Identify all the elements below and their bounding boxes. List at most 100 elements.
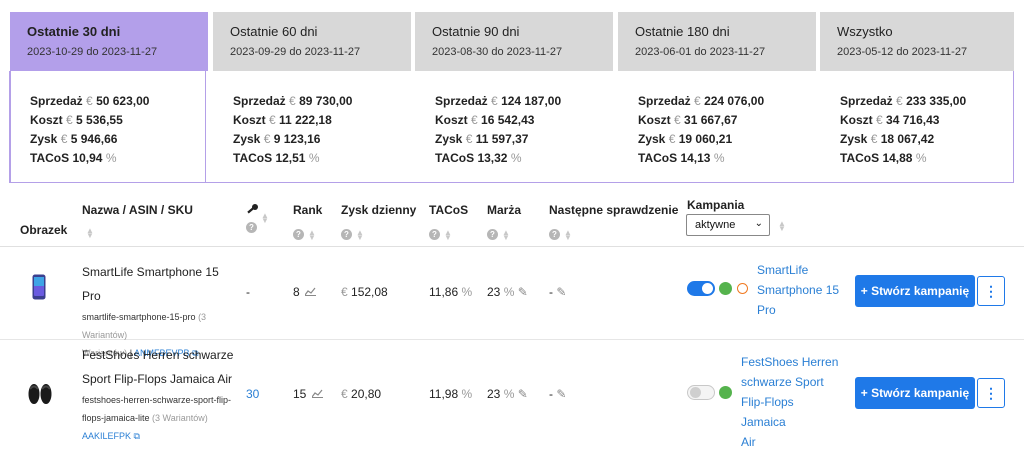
tab-title: Ostatnie 180 dni [635,24,730,39]
help-icon[interactable]: ? [246,222,257,234]
tab-30-days[interactable]: Ostatnie 30 dni 2023-10-29 do 2023-11-27… [9,12,208,183]
product-name-line: Sport Flip-Flops Jamaica Air [82,372,233,386]
tab-date-range: 2023-08-30 do 2023-11-27 [432,46,563,58]
daily-profit-value: € 152,08 [341,285,388,299]
tab-header[interactable]: Ostatnie 60 dni 2023-09-29 do 2023-11-27 [213,12,411,71]
pencil-icon[interactable]: ✎ [556,285,566,299]
tab-date-range: 2023-06-01 do 2023-11-27 [635,46,766,58]
campaign-name-link[interactable]: SmartLife Smartphone 15 Pro [757,260,847,320]
stat-profit: Zysk € 18 067,42 [840,132,935,146]
stat-profit: Zysk € 19 060,21 [638,132,733,146]
help-icon[interactable]: ? [341,229,352,241]
next-check-value: - ✎ [549,285,567,299]
tab-header[interactable]: Ostatnie 30 dni 2023-10-29 do 2023-11-27 [10,12,208,71]
tab-title: Ostatnie 90 dni [432,24,520,39]
pencil-icon[interactable]: ✎ [518,387,528,401]
sort-icon[interactable]: ▲ ▼ [778,220,786,233]
tab-title: Ostatnie 60 dni [230,24,318,39]
plus-icon: + [860,284,868,298]
tab-date-range: 2023-05-12 do 2023-11-27 [837,46,968,58]
col-key-header[interactable]: ? ▲ ▼ [246,202,269,234]
col-tacos-header[interactable]: TACoS ? ▲ ▼ [429,203,468,241]
stat-tacos: TACoS 13,32 % [435,151,522,165]
pencil-icon[interactable]: ✎ [556,387,566,401]
help-icon[interactable]: ? [487,229,498,241]
sort-icon[interactable]: ▲ ▼ [502,228,510,241]
key-value-link[interactable]: 30 [246,387,259,401]
phone-icon [32,274,46,300]
kebab-icon: ⋮ [984,283,998,299]
product-info: FestShoes Herren schwarze Sport Flip-Flo… [82,343,242,445]
tab-90-days[interactable]: Ostatnie 90 dni 2023-08-30 do 2023-11-27… [415,12,613,183]
tab-title: Wszystko [837,24,893,39]
product-image[interactable] [27,380,53,409]
create-campaign-button[interactable]: + Stwórz kampanię [855,275,975,307]
asin-link[interactable]: AAKILEFPK [82,431,131,441]
campaign-name-link[interactable]: FestShoes Herren schwarze Sport Flip-Flo… [741,352,841,452]
col-campaign-header: Kampania [687,198,745,212]
key-value: - [246,285,250,299]
col-rank-header[interactable]: Rank ? ▲ ▼ [293,203,322,241]
tacos-value: 11,86 % [429,285,473,299]
campaign-toggle[interactable] [687,385,715,400]
table-row: SmartLife Smartphone 15 Pro smartlife-sm… [0,248,1024,358]
status-dot [719,282,732,295]
external-link-icon[interactable]: ⧉ [134,431,140,441]
tab-all[interactable]: Wszystko 2023-05-12 do 2023-11-27 Sprzed… [820,12,1014,183]
col-margin-header[interactable]: Marża ? ▲ ▼ [487,203,521,241]
tab-60-days[interactable]: Ostatnie 60 dni 2023-09-29 do 2023-11-27… [213,12,411,183]
tacos-value: 11,98 % [429,387,473,401]
campaign-toggle[interactable] [687,281,715,296]
sort-icon[interactable]: ▲ ▼ [308,228,316,241]
key-icon [247,204,258,214]
tab-header[interactable]: Wszystko 2023-05-12 do 2023-11-27 [820,12,1014,71]
more-options-button[interactable]: ⋮ [977,276,1005,306]
tab-date-range: 2023-10-29 do 2023-11-27 [27,46,158,58]
stat-cost: Koszt € 31 667,67 [638,113,738,127]
help-icon[interactable]: ? [429,229,440,241]
sort-icon[interactable]: ▲ ▼ [261,211,269,224]
sort-icon[interactable]: ▲ ▼ [356,228,364,241]
chart-icon[interactable] [311,389,323,398]
stat-sales: Sprzedaż € 50 623,00 [30,94,150,108]
next-check-value: - ✎ [549,387,567,401]
tab-header[interactable]: Ostatnie 180 dni 2023-06-01 do 2023-11-2… [618,12,816,71]
help-icon[interactable]: ? [293,229,304,241]
create-campaign-button[interactable]: + Stwórz kampanię [855,377,975,409]
product-name: SmartLife Smartphone 15 Pro [82,265,219,303]
sort-icon[interactable]: ▲ ▼ [444,228,452,241]
flip-flops-icon [28,384,52,404]
margin-value: 23 % ✎ [487,285,528,299]
stat-profit: Zysk € 5 946,66 [30,132,118,146]
rank-value: 8 [293,285,317,299]
col-next-check-header[interactable]: Następne sprawdzenie ? ▲ ▼ [549,203,678,241]
campaign-filter-select[interactable]: aktywne ⌄ [686,214,770,236]
stat-sales: Sprzedaż € 224 076,00 [638,94,765,108]
product-sku: smartlife-smartphone-15-pro (3 Wariantów… [82,312,207,340]
product-name-line: FestShoes Herren schwarze [82,348,234,362]
stat-sales: Sprzedaż € 89 730,00 [233,94,353,108]
sort-icon[interactable]: ▲ ▼ [86,226,94,239]
tab-180-days[interactable]: Ostatnie 180 dni 2023-06-01 do 2023-11-2… [618,12,816,183]
stat-profit: Zysk € 11 597,37 [435,132,529,146]
stat-tacos: TACoS 14,13 % [638,151,725,165]
more-options-button[interactable]: ⋮ [977,378,1005,408]
tab-title: Ostatnie 30 dni [27,24,121,39]
col-name-header[interactable]: Nazwa / ASIN / SKU ▲ ▼ [82,203,193,239]
daily-profit-value: € 20,80 [341,387,382,401]
pencil-icon[interactable]: ✎ [518,285,528,299]
sort-icon[interactable]: ▲ ▼ [564,228,572,241]
plus-icon: + [860,386,868,400]
tab-stats: Sprzedaż € 224 076,00 Koszt € 31 667,67 … [618,71,816,168]
help-icon[interactable]: ? [549,229,560,241]
product-image[interactable] [32,274,46,303]
rank-value: 15 [293,387,323,401]
tab-header[interactable]: Ostatnie 90 dni 2023-08-30 do 2023-11-27 [415,12,613,71]
col-daily-profit-header[interactable]: Zysk dzienny ? ▲ ▼ [341,203,416,241]
stat-tacos: TACoS 10,94 % [30,151,117,165]
status-dot [719,386,732,399]
stat-tacos: TACoS 14,88 % [840,151,927,165]
chart-icon[interactable] [304,287,317,296]
tab-date-range: 2023-09-29 do 2023-11-27 [230,46,361,58]
product-asin-row: AAKILEFPK ⧉ [82,427,242,445]
